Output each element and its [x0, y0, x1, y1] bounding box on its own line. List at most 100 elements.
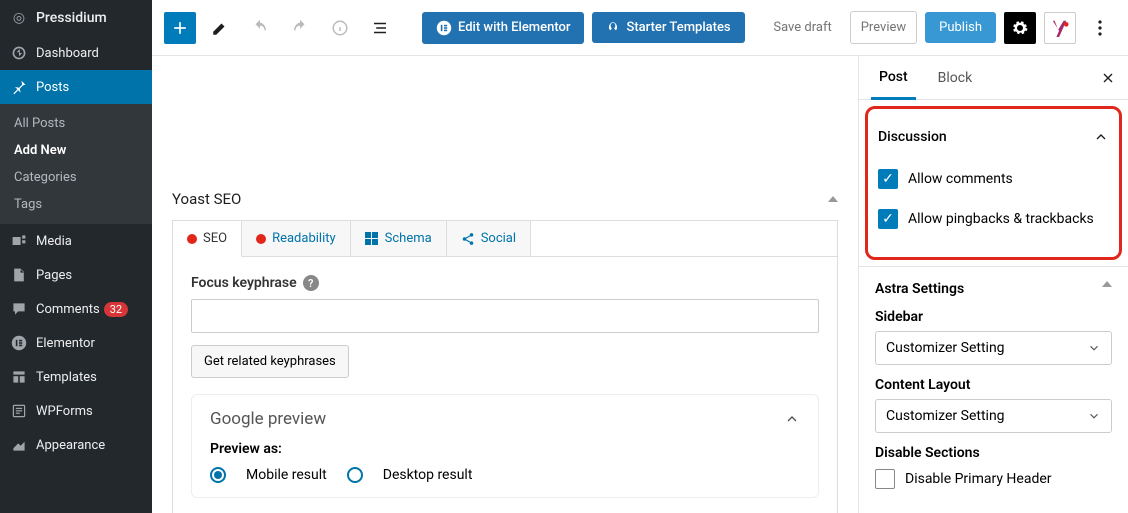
collapse-icon[interactable] — [1102, 281, 1112, 287]
chevron-up-icon[interactable] — [1093, 129, 1109, 145]
list-icon — [371, 19, 389, 37]
posts-submenu: All Posts Add New Categories Tags — [0, 104, 152, 224]
radio-mobile-label: Mobile result — [246, 467, 327, 483]
yoast-button[interactable] — [1044, 12, 1076, 44]
redo-button[interactable] — [284, 12, 316, 44]
editor-canvas: Yoast SEO SEO Readability Schema — [152, 56, 858, 513]
nav-media[interactable]: Media — [0, 224, 152, 258]
comments-icon — [10, 300, 28, 318]
gear-icon — [1011, 19, 1029, 37]
allow-pingbacks-checkbox[interactable]: ✓ — [878, 209, 898, 229]
brand-item[interactable]: ◎ Pressidium — [0, 0, 152, 36]
chevron-up-icon[interactable] — [784, 411, 800, 427]
google-preview-title: Google preview — [210, 409, 326, 429]
nav-comments[interactable]: Comments 32 — [0, 292, 152, 326]
outline-button[interactable] — [364, 12, 396, 44]
inspector-tab-block[interactable]: Block — [930, 58, 981, 98]
sub-categories[interactable]: Categories — [0, 164, 152, 191]
save-draft-button[interactable]: Save draft — [763, 12, 841, 43]
pin-icon — [10, 78, 28, 96]
nav-pages-label: Pages — [36, 268, 72, 283]
inspector-panel: Post Block Discussion ✓ Allow comments — [858, 56, 1128, 513]
tab-schema-label: Schema — [385, 231, 432, 246]
rocket-icon — [606, 21, 620, 35]
kebab-icon — [1098, 20, 1102, 36]
share-icon — [461, 232, 475, 246]
nav-posts[interactable]: Posts — [0, 70, 152, 104]
nav-elementor[interactable]: Elementor — [0, 326, 152, 360]
brand-label: Pressidium — [36, 10, 107, 26]
nav-wpforms[interactable]: WPForms — [0, 394, 152, 428]
layout-select[interactable]: Customizer Setting — [875, 399, 1112, 433]
readability-status-icon — [256, 234, 266, 244]
nav-pages[interactable]: Pages — [0, 258, 152, 292]
disable-primary-header-label: Disable Primary Header — [905, 471, 1052, 487]
nav-posts-label: Posts — [36, 80, 69, 95]
close-icon — [1100, 70, 1116, 86]
radio-mobile[interactable] — [210, 467, 226, 483]
get-related-keyphrases-button[interactable]: Get related keyphrases — [191, 345, 349, 378]
pages-icon — [10, 266, 28, 284]
nav-dashboard-label: Dashboard — [36, 46, 99, 61]
nav-dashboard[interactable]: Dashboard — [0, 36, 152, 70]
allow-pingbacks-label: Allow pingbacks & trackbacks — [908, 211, 1094, 227]
astra-title: Astra Settings — [875, 281, 964, 297]
sidebar-select-value: Customizer Setting — [886, 340, 1005, 356]
help-icon[interactable]: ? — [303, 275, 319, 291]
elementor-icon — [436, 20, 452, 36]
chevron-down-icon — [1087, 409, 1101, 423]
sub-add-new[interactable]: Add New — [0, 137, 152, 164]
publish-button[interactable]: Publish — [925, 12, 996, 43]
sidebar-field-label: Sidebar — [875, 309, 1112, 325]
admin-sidebar: ◎ Pressidium Dashboard Posts All Posts A… — [0, 0, 152, 513]
more-options-button[interactable] — [1084, 12, 1116, 44]
nav-templates[interactable]: Templates — [0, 360, 152, 394]
yoast-title: Yoast SEO — [172, 190, 241, 208]
focus-keyphrase-label: Focus keyphrase — [191, 275, 297, 291]
sidebar-select[interactable]: Customizer Setting — [875, 331, 1112, 365]
layout-field-label: Content Layout — [875, 377, 1112, 393]
edit-elementor-button[interactable]: Edit with Elementor — [422, 12, 584, 44]
collapse-icon[interactable] — [828, 196, 838, 202]
sub-all-posts[interactable]: All Posts — [0, 110, 152, 137]
templates-icon — [10, 368, 28, 386]
add-block-button[interactable] — [164, 12, 196, 44]
edit-mode-button[interactable] — [204, 12, 236, 44]
nav-templates-label: Templates — [36, 370, 97, 385]
preview-button[interactable]: Preview — [850, 11, 917, 44]
radio-desktop[interactable] — [347, 467, 363, 483]
yoast-metabox: Yoast SEO SEO Readability Schema — [172, 186, 838, 513]
nav-appearance[interactable]: Appearance — [0, 428, 152, 462]
starter-templates-label: Starter Templates — [626, 20, 730, 35]
yoast-tabs: SEO Readability Schema Social — [172, 220, 838, 256]
allow-comments-checkbox[interactable]: ✓ — [878, 169, 898, 189]
nav-comments-label: Comments — [36, 302, 100, 317]
media-icon — [10, 232, 28, 250]
discussion-highlight: Discussion ✓ Allow comments ✓ Allow ping… — [865, 106, 1122, 260]
focus-keyphrase-input[interactable] — [191, 299, 819, 333]
nav-appearance-label: Appearance — [36, 438, 105, 453]
tab-seo-label: SEO — [203, 231, 227, 246]
disable-sections-label: Disable Sections — [875, 445, 1112, 461]
dashboard-icon — [10, 44, 28, 62]
allow-comments-label: Allow comments — [908, 171, 1013, 187]
close-inspector-button[interactable] — [1100, 70, 1116, 86]
editor-topbar: Edit with Elementor Starter Templates Sa… — [152, 0, 1128, 56]
info-button[interactable] — [324, 12, 356, 44]
edit-elementor-label: Edit with Elementor — [458, 20, 570, 35]
tab-schema[interactable]: Schema — [351, 221, 447, 256]
inspector-tab-post[interactable]: Post — [871, 57, 916, 100]
tab-seo[interactable]: SEO — [173, 221, 242, 257]
nav-wpforms-label: WPForms — [36, 404, 93, 419]
plus-icon — [170, 18, 190, 38]
undo-button[interactable] — [244, 12, 276, 44]
tab-social[interactable]: Social — [447, 221, 531, 256]
starter-templates-button[interactable]: Starter Templates — [592, 12, 744, 43]
chevron-down-icon — [1087, 341, 1101, 355]
tab-readability[interactable]: Readability — [242, 221, 351, 256]
disable-primary-header-checkbox[interactable] — [875, 469, 895, 489]
sub-tags[interactable]: Tags — [0, 191, 152, 218]
settings-button[interactable] — [1004, 12, 1036, 44]
nav-elementor-label: Elementor — [36, 336, 95, 351]
main-area: Edit with Elementor Starter Templates Sa… — [152, 0, 1128, 513]
